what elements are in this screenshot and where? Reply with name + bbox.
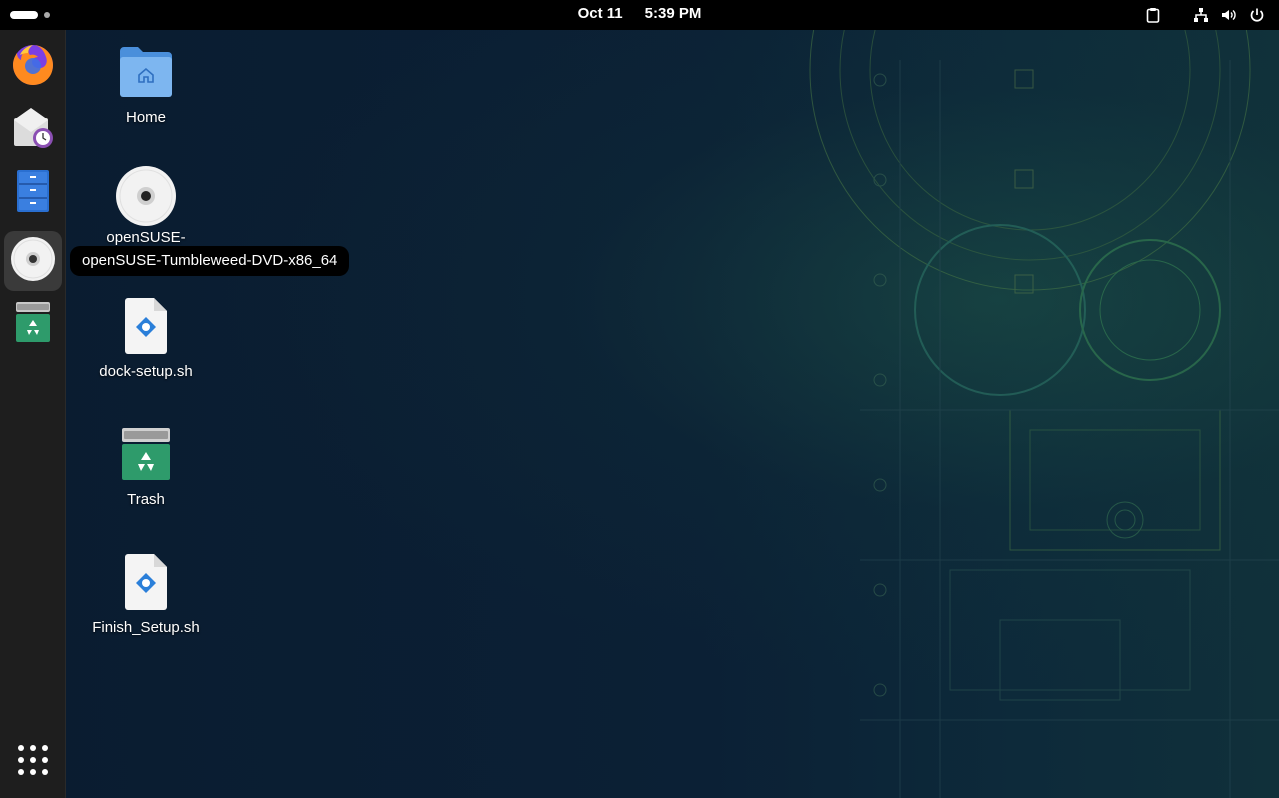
trash-icon xyxy=(114,422,178,486)
dock-item-dvd[interactable] xyxy=(4,231,62,291)
mail-clock-icon xyxy=(11,106,55,154)
trash-icon xyxy=(14,300,52,348)
files-icon xyxy=(13,169,53,217)
volume-icon[interactable] xyxy=(1219,5,1239,25)
dock-item-files[interactable] xyxy=(4,163,62,223)
app-grid-button[interactable] xyxy=(4,732,62,792)
disc-icon xyxy=(114,164,178,228)
desktop-icon-trash[interactable]: Trash xyxy=(86,422,206,508)
desktop-icon-dvd[interactable]: openSUSE- xyxy=(86,164,206,246)
clock-time: 5:39 PM xyxy=(644,5,702,22)
desktop-icon-home[interactable]: Home xyxy=(86,40,206,126)
desktop-icon-label: Home xyxy=(125,109,166,126)
dock-tooltip: openSUSE-Tumbleweed-DVD-x86_64 xyxy=(70,246,350,276)
dock-item-mail-scheduler[interactable] xyxy=(4,100,62,160)
power-icon[interactable] xyxy=(1247,5,1267,25)
disc-icon xyxy=(10,236,56,286)
desktop-icon-label: Trash xyxy=(127,491,165,508)
dock-item-trash[interactable] xyxy=(4,294,62,354)
top-bar: Oct 11 5:39 PM xyxy=(0,0,1279,30)
dock xyxy=(0,30,66,798)
firefox-icon xyxy=(10,41,56,91)
desktop-icon-label: openSUSE- xyxy=(106,229,186,246)
desktop-icon-dock-setup[interactable]: dock-setup.sh xyxy=(86,294,206,380)
clipboard-icon[interactable] xyxy=(1143,5,1163,25)
script-file-icon xyxy=(114,550,178,614)
clock-date: Oct 11 xyxy=(577,5,623,22)
system-tray[interactable] xyxy=(1143,5,1267,25)
script-file-icon xyxy=(114,294,178,358)
clock-button[interactable]: Oct 11 5:39 PM xyxy=(0,5,1279,22)
desktop-icon-label: Finish_Setup.sh xyxy=(92,619,200,636)
network-icon[interactable] xyxy=(1191,5,1211,25)
desktop-icon-label: dock-setup.sh xyxy=(99,363,193,380)
app-grid-icon xyxy=(16,743,50,781)
dock-item-firefox[interactable] xyxy=(4,36,62,96)
home-folder-icon xyxy=(114,40,178,104)
desktop-wallpaper xyxy=(0,30,1279,798)
desktop-icon-finish-setup[interactable]: Finish_Setup.sh xyxy=(86,550,206,636)
